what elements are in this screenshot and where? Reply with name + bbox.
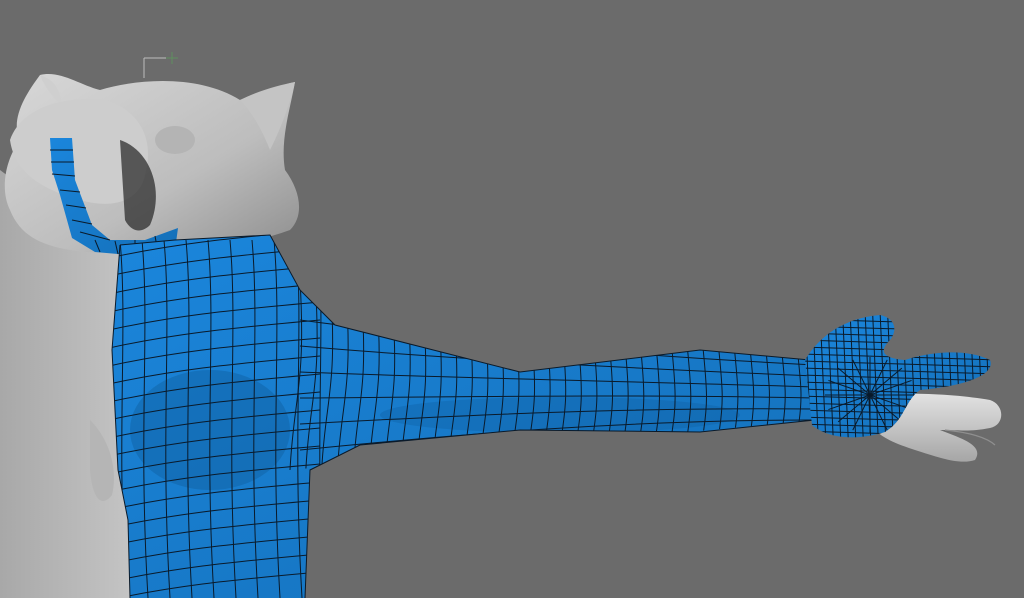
model-scene[interactable] bbox=[0, 0, 1024, 598]
pivot-crosshair-icon[interactable] bbox=[143, 52, 178, 78]
wireframe-edge bbox=[805, 315, 991, 319]
selected-arm-mesh[interactable] bbox=[100, 230, 817, 598]
3d-viewport[interactable] bbox=[0, 0, 1024, 598]
eye-socket bbox=[155, 126, 195, 154]
wireframe-edge bbox=[805, 325, 991, 333]
wireframe-edge bbox=[805, 318, 991, 326]
